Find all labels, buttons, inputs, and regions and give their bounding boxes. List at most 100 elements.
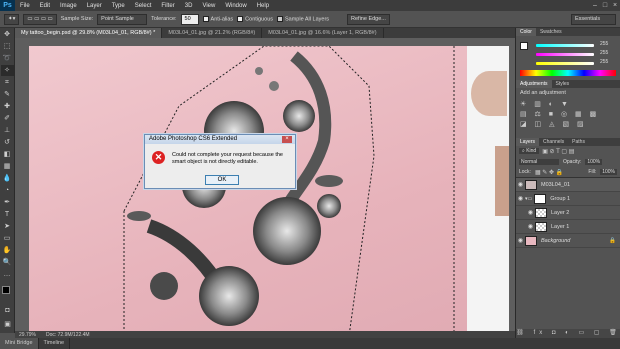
- tab-timeline[interactable]: Timeline: [39, 338, 71, 349]
- error-icon: ✕: [152, 151, 165, 164]
- workspace-select[interactable]: Essentials: [571, 13, 616, 25]
- pen-tool-icon[interactable]: ✒: [1, 197, 14, 208]
- shape-tool-icon[interactable]: ▭: [1, 233, 14, 244]
- lock-icons[interactable]: ▦ ✎ ✥ 🔒: [535, 169, 563, 176]
- contiguous-checkbox[interactable]: Contiguous: [237, 15, 273, 23]
- color-ramp[interactable]: [520, 70, 616, 76]
- tab-channels[interactable]: Channels: [539, 138, 568, 146]
- blur-tool-icon[interactable]: 💧: [1, 173, 14, 184]
- tolerance-label: Tolerance:: [151, 16, 177, 22]
- menu-window[interactable]: Window: [220, 3, 251, 9]
- extra-tools-icon[interactable]: …: [1, 269, 14, 280]
- healing-tool-icon[interactable]: ✚: [1, 101, 14, 112]
- quick-mask-icon[interactable]: ◘: [1, 305, 14, 316]
- crop-tool-icon[interactable]: ⌗: [1, 77, 14, 88]
- zoom-tool-icon[interactable]: 🔍: [1, 257, 14, 268]
- color-panel-header: Color Swatches: [516, 28, 620, 36]
- kind-filter-select[interactable]: ⌕ Kind: [519, 148, 540, 154]
- refine-edge-button[interactable]: Refine Edge...: [347, 13, 390, 25]
- tab-adjustments[interactable]: Adjustments: [516, 80, 552, 88]
- eyedropper-tool-icon[interactable]: ✎: [1, 89, 14, 100]
- visibility-eye-icon[interactable]: ◉: [526, 223, 535, 230]
- layer-actions-bar[interactable]: ⛓ fx ◘ ◐ ▭ ▢ 🗑: [516, 329, 620, 338]
- tab-styles[interactable]: Styles: [552, 80, 574, 88]
- menu-image[interactable]: Image: [55, 3, 82, 9]
- sample-size-label: Sample Size:: [60, 16, 94, 22]
- menu-type[interactable]: Type: [107, 3, 130, 9]
- visibility-eye-icon[interactable]: ◉: [516, 237, 525, 244]
- layer-row[interactable]: ◉ Layer 2: [516, 206, 620, 220]
- lock-label: Lock:: [519, 169, 531, 175]
- red-value[interactable]: 255: [600, 41, 608, 47]
- tab-mini-bridge[interactable]: Mini Bridge: [0, 338, 39, 349]
- adjustment-icons-row-2[interactable]: ▤ ⚖ ■ ◎ ▦ ▩: [520, 110, 616, 118]
- options-bar: ✦▾ ▭ ▭ ▭ ▭ Sample Size: Point Sample Tol…: [0, 11, 620, 28]
- layer-mask-thumbnail: [534, 193, 547, 204]
- menu-3d[interactable]: 3D: [180, 3, 198, 9]
- tab-paths[interactable]: Paths: [568, 138, 589, 146]
- blue-value[interactable]: 255: [600, 59, 608, 65]
- red-slider[interactable]: [536, 44, 594, 47]
- green-value[interactable]: 255: [600, 50, 608, 56]
- eraser-tool-icon[interactable]: ◧: [1, 149, 14, 160]
- adjustment-icons-row-3[interactable]: ◪ ◫ ◬ ▧ ▨: [520, 120, 616, 128]
- menu-edit[interactable]: Edit: [35, 3, 55, 9]
- maximize-icon[interactable]: □: [600, 0, 610, 11]
- layer-row[interactable]: ◉ ▾▭ Group 1: [516, 192, 620, 206]
- menu-view[interactable]: View: [197, 3, 220, 9]
- document-tab-bar: My tattoo_begin.psd @ 29.8% (M03L04_01, …: [15, 28, 515, 38]
- visibility-eye-icon[interactable]: ◉: [516, 195, 525, 202]
- document-tab[interactable]: My tattoo_begin.psd @ 29.8% (M03L04_01, …: [15, 28, 163, 38]
- dodge-tool-icon[interactable]: ◔: [1, 185, 14, 196]
- menu-file[interactable]: File: [15, 3, 35, 9]
- hand-tool-icon[interactable]: ✋: [1, 245, 14, 256]
- screen-mode-icon[interactable]: ▣: [1, 319, 14, 330]
- menu-filter[interactable]: Filter: [156, 3, 179, 9]
- ok-button[interactable]: OK: [205, 175, 239, 185]
- clone-stamp-tool-icon[interactable]: ⊥: [1, 125, 14, 136]
- marquee-tool-icon[interactable]: ⬚: [1, 41, 14, 52]
- history-brush-tool-icon[interactable]: ↺: [1, 137, 14, 148]
- foreground-color-swatch[interactable]: [2, 286, 10, 294]
- sample-size-select[interactable]: Point Sample: [97, 13, 148, 25]
- fill-input[interactable]: 100%: [600, 169, 617, 175]
- layer-row[interactable]: ◉ M03L04_01: [516, 178, 620, 192]
- menu-select[interactable]: Select: [130, 3, 157, 9]
- menu-help[interactable]: Help: [252, 3, 274, 9]
- layer-row[interactable]: ◉ Background 🔒: [516, 234, 620, 248]
- filter-icons[interactable]: ▣ ⊘ T ▢ ▤: [542, 148, 574, 155]
- blue-slider[interactable]: [536, 62, 594, 65]
- document-tab[interactable]: M03L04_01.jpg @ 21.2% (RGB/8#): [162, 28, 263, 38]
- blend-mode-select[interactable]: Normal: [519, 158, 559, 165]
- contiguous-label: Contiguous: [245, 16, 273, 23]
- zoom-level[interactable]: 29.79%: [19, 332, 36, 338]
- close-icon[interactable]: ×: [610, 0, 620, 11]
- move-tool-icon[interactable]: ✥: [1, 29, 14, 40]
- selection-mode-icons[interactable]: ▭ ▭ ▭ ▭: [23, 13, 57, 25]
- sample-all-layers-checkbox[interactable]: Sample All Layers: [277, 15, 329, 22]
- dialog-close-icon[interactable]: ×: [282, 136, 292, 143]
- magic-wand-tool-icon[interactable]: ✧: [0, 65, 14, 76]
- document-tab[interactable]: M03L04_01.jpg @ 16.6% (Layer 1, RGB/8#): [262, 28, 384, 38]
- minimize-icon[interactable]: –: [590, 0, 600, 11]
- tab-color[interactable]: Color: [516, 28, 536, 36]
- color-swatch[interactable]: [520, 42, 528, 50]
- anti-alias-checkbox[interactable]: Anti-alias: [202, 15, 233, 22]
- tolerance-input[interactable]: 50: [180, 13, 199, 25]
- gradient-tool-icon[interactable]: ▦: [1, 161, 14, 172]
- tab-layers[interactable]: Layers: [516, 138, 540, 146]
- visibility-eye-icon[interactable]: ◉: [526, 209, 535, 216]
- opacity-input[interactable]: 100%: [585, 158, 603, 165]
- adjustment-icons-row-1[interactable]: ☀ ▥ ◐ ▼: [520, 100, 616, 108]
- tools-panel: ✥ ⬚ ➰ ✧ ⌗ ✎ ✚ ✐ ⊥ ↺ ◧ ▦ 💧 ◔ ✒ T ➤ ▭ ✋ 🔍 …: [0, 28, 15, 333]
- lasso-tool-icon[interactable]: ➰: [1, 53, 14, 64]
- brush-tool-icon[interactable]: ✐: [1, 113, 14, 124]
- type-tool-icon[interactable]: T: [1, 209, 14, 220]
- visibility-eye-icon[interactable]: ◉: [516, 181, 525, 188]
- menu-layer[interactable]: Layer: [82, 3, 107, 9]
- tool-preset-picker[interactable]: ✦▾: [4, 13, 20, 25]
- green-slider[interactable]: [536, 53, 594, 56]
- layer-row[interactable]: ◉ Layer 1: [516, 220, 620, 234]
- tab-swatches[interactable]: Swatches: [536, 28, 566, 36]
- path-selection-tool-icon[interactable]: ➤: [1, 221, 14, 232]
